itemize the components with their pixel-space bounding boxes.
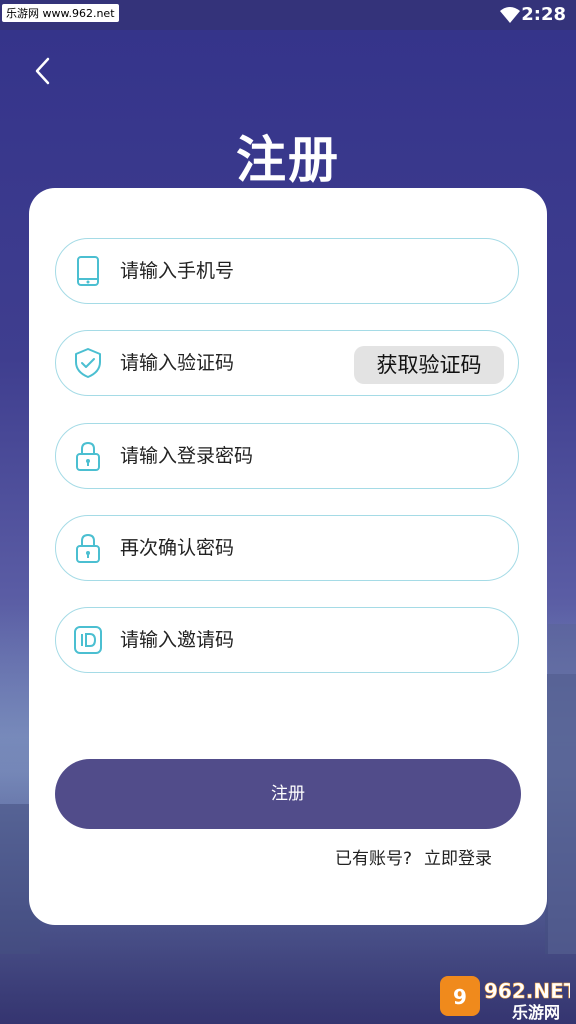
watermark-sub: 乐游网 [512,1003,560,1022]
watermark-logo: 9 962.NET 乐游网 [440,976,570,1022]
have-account-text: 已有账号? [334,849,412,869]
page-title: 注册 [236,131,340,189]
login-row: 已有账号? 立即登录 [335,844,492,869]
clock: 2:28 [521,4,566,25]
register-card: 请输入手机号 请输入验证码 获取验证码 请输入登录密码 再次确认密码 请输入邀请… [29,188,547,925]
password-placeholder: 请输入登录密码 [120,445,254,467]
code-placeholder: 请输入验证码 [120,352,235,374]
invite-code-field[interactable]: 请输入邀请码 [55,607,519,673]
phone-field[interactable]: 请输入手机号 [55,238,519,304]
phone-icon [77,256,99,286]
lock-icon [76,533,100,563]
invite-placeholder: 请输入邀请码 [120,629,235,651]
register-button[interactable]: 注册 [55,759,521,829]
id-card-icon [74,626,102,654]
svg-text:9: 9 [453,985,467,1009]
lock-icon [76,441,100,471]
login-link[interactable]: 立即登录 [424,849,492,869]
confirm-password-field[interactable]: 再次确认密码 [55,515,519,581]
watermark-label: 乐游网 www.962.net [2,4,119,22]
watermark-brand: 962.NET [484,979,570,1003]
phone-placeholder: 请输入手机号 [120,260,235,282]
get-code-button[interactable]: 获取验证码 [354,346,504,384]
back-arrow-icon[interactable] [30,56,58,86]
background-building [548,624,576,954]
shield-check-icon [75,348,101,378]
verification-code-field[interactable]: 请输入验证码 获取验证码 [55,330,519,396]
password-field[interactable]: 请输入登录密码 [55,423,519,489]
wifi-icon [500,7,520,23]
confirm-password-placeholder: 再次确认密码 [120,537,235,559]
status-bar: 乐游网 www.962.net 2:28 [0,0,576,30]
